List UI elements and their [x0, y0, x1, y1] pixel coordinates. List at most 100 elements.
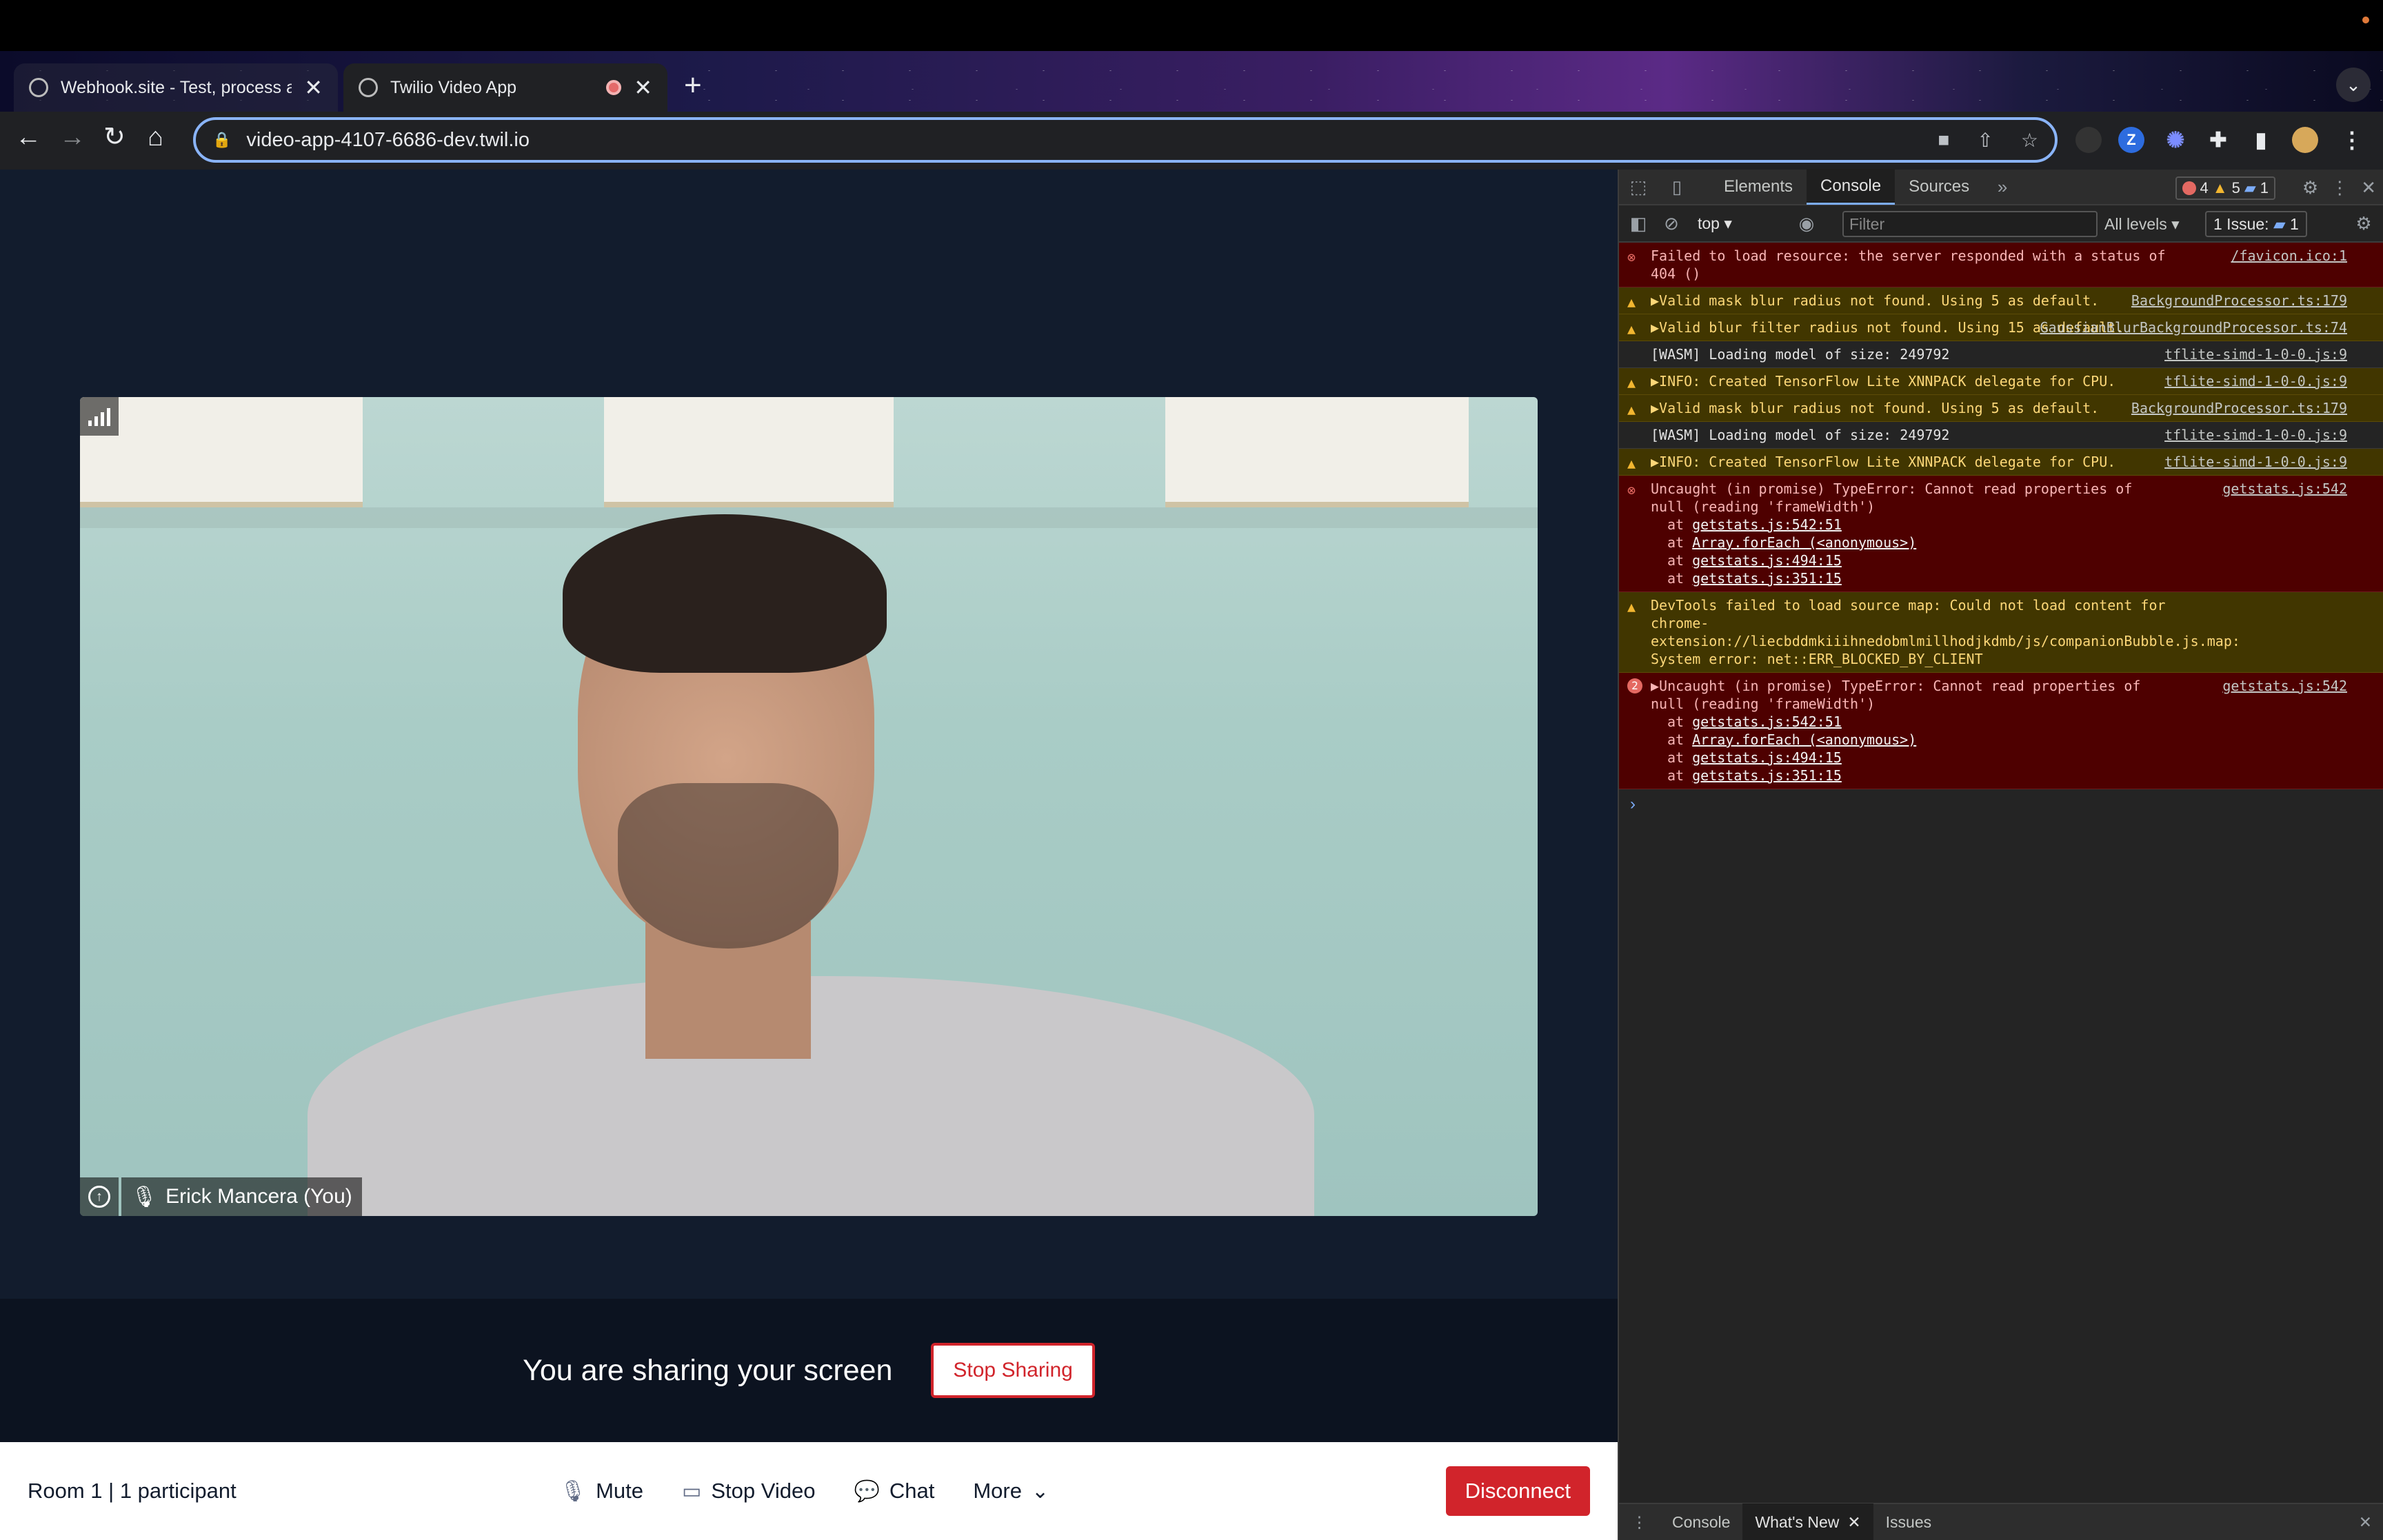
disconnect-button[interactable]: Disconnect [1445, 1466, 1590, 1516]
screen-share-banner: You are sharing your screen Stop Sharing [0, 1299, 1618, 1442]
stack-trace-line[interactable]: at Array.forEach (<anonymous>) [1651, 534, 2375, 551]
console-prompt[interactable]: › [1619, 789, 2383, 820]
stop-sharing-button[interactable]: Stop Sharing [931, 1343, 1095, 1398]
drawer-menu-icon[interactable]: ⋮ [1619, 1503, 1660, 1540]
address-bar[interactable]: 🔒 video-app-4107-6686-dev.twil.io ■ ⇧ ☆ [193, 117, 2058, 163]
source-link[interactable]: getstats.js:542 [2222, 480, 2347, 498]
more-vert-icon[interactable]: ⋮ [2339, 127, 2365, 153]
console-message-info[interactable]: [WASM] Loading model of size: 249792 tfli… [1619, 422, 2383, 449]
console-message-error[interactable]: ⊗ Failed to load resource: the server res… [1619, 243, 2383, 287]
drawer-tab-issues[interactable]: Issues [1873, 1503, 1944, 1540]
info-message-icon: ▰ [2244, 179, 2256, 196]
close-tab-icon[interactable]: ✕ [634, 77, 652, 99]
console-message-info[interactable]: [WASM] Loading model of size: 249792 tfli… [1619, 341, 2383, 368]
tab-console[interactable]: Console [1807, 169, 1896, 205]
warning-icon: ▲ [1627, 294, 1636, 310]
participant-video-tile[interactable]: ↑ 🎙 Erick Mancera (You) [80, 397, 1538, 1216]
source-link[interactable]: /favicon.ico:1 [2231, 247, 2347, 265]
tab-search-button[interactable]: ⌄ [2336, 68, 2371, 102]
warning-icon: ▲ [2212, 179, 2228, 196]
console-filter-input[interactable]: Filter [1842, 211, 2098, 237]
tab-webhook-site[interactable]: Webhook.site - Test, process a ✕ [14, 63, 338, 112]
close-tab-icon[interactable]: ✕ [304, 77, 323, 99]
close-icon[interactable]: ✕ [1847, 1513, 1860, 1532]
side-panel-icon[interactable]: ▮ [2248, 127, 2274, 153]
console-message-error[interactable]: ⊗ Uncaught (in promise) TypeError: Cannot… [1619, 476, 2383, 592]
source-link[interactable]: GaussianBlurBackgroundProcessor.ts:74 [2040, 318, 2347, 336]
stack-trace-line[interactable]: at getstats.js:494:15 [1651, 551, 2375, 569]
share-icon[interactable]: ⇧ [1977, 129, 1993, 152]
reload-icon[interactable]: ↻ [103, 124, 125, 150]
more-vert-icon[interactable]: ⋮ [2331, 177, 2349, 199]
stack-trace-line[interactable]: at getstats.js:351:15 [1651, 767, 2375, 784]
warning-icon: ▲ [1627, 321, 1636, 337]
error-icon: ⊗ [1627, 482, 1636, 498]
recording-indicator [2362, 17, 2369, 23]
more-button[interactable]: More ⌄ [973, 1479, 1049, 1503]
source-link[interactable]: getstats.js:542 [2222, 677, 2347, 695]
forward-icon[interactable]: → [59, 124, 86, 150]
puzzle-extensions-icon[interactable]: ✚ [2205, 127, 2231, 153]
live-expression-eye-icon[interactable]: ◉ [1787, 213, 1826, 234]
stack-trace-line[interactable]: at getstats.js:542:51 [1651, 516, 2375, 534]
stop-video-button[interactable]: ▭ Stop Video [682, 1479, 815, 1503]
console-message-warn[interactable]: ▲ ▶Valid mask blur radius not found. Usin… [1619, 395, 2383, 422]
drawer-tab-whats-new[interactable]: What's New ✕ [1742, 1503, 1873, 1540]
sidebar-toggle-icon[interactable]: ◧ [1619, 213, 1658, 234]
settings-gear-icon[interactable]: ⚙ [2302, 177, 2318, 199]
chevron-down-icon: ⌄ [1031, 1479, 1049, 1503]
context-selector[interactable]: top ▾ [1698, 214, 1732, 233]
console-message-warn[interactable]: ▲ ▶INFO: Created TensorFlow Lite XNNPACK … [1619, 449, 2383, 476]
tab-sources[interactable]: Sources [1895, 169, 1983, 205]
zoom-extension-icon[interactable]: Z [2118, 127, 2144, 153]
tab-twilio-video-app[interactable]: Twilio Video App ✕ [343, 63, 667, 112]
console-settings-icon[interactable]: ⚙ [2344, 213, 2383, 234]
wall-picture [80, 397, 363, 507]
devtools-tab-bar: ⬚ ▯ Elements Console Sources » 4 ▲ 5 ▰ 1 ⚙… [1619, 169, 2383, 205]
source-link[interactable]: BackgroundProcessor.ts:179 [2131, 399, 2347, 417]
camera-in-use-icon[interactable]: ■ [1938, 129, 1950, 151]
issues-counter[interactable]: 1 Issue: ▰ 1 [2205, 211, 2307, 237]
source-link[interactable]: BackgroundProcessor.ts:179 [2131, 292, 2347, 310]
source-link[interactable]: tflite-simd-1-0-0.js:9 [2164, 345, 2347, 363]
source-link[interactable]: tflite-simd-1-0-0.js:9 [2164, 426, 2347, 444]
more-tabs-icon[interactable]: » [1983, 176, 2022, 198]
mute-button[interactable]: 🎙 Mute [560, 1479, 643, 1503]
stack-trace-line[interactable]: at getstats.js:542:51 [1651, 713, 2375, 731]
stack-trace-line[interactable]: at getstats.js:351:15 [1651, 569, 2375, 587]
video-app: ↑ 🎙 Erick Mancera (You) You are sharing … [0, 170, 1618, 1540]
device-toolbar-icon[interactable]: ▯ [1658, 176, 1696, 198]
globe-favicon-icon [359, 78, 378, 97]
console-message-warn[interactable]: ▲ ▶Valid mask blur radius not found. Usin… [1619, 287, 2383, 314]
extension-icon[interactable] [2075, 127, 2102, 153]
tab-elements[interactable]: Elements [1710, 169, 1807, 205]
source-link[interactable]: tflite-simd-1-0-0.js:9 [2164, 453, 2347, 471]
warning-icon: ▲ [1627, 374, 1636, 391]
clear-console-icon[interactable]: ⊘ [1658, 213, 1685, 234]
console-message-warn[interactable]: ▲ DevTools failed to load source map: Cou… [1619, 592, 2383, 673]
close-drawer-icon[interactable]: ✕ [2346, 1503, 2383, 1540]
inspect-element-icon[interactable]: ⬚ [1619, 176, 1658, 198]
drawer-tab-console[interactable]: Console [1660, 1503, 1742, 1540]
console-message-warn[interactable]: ▲ ▶INFO: Created TensorFlow Lite XNNPACK … [1619, 368, 2383, 395]
wall-picture [1165, 397, 1469, 507]
console-message-warn[interactable]: ▲ ▶Valid blur filter radius not found. Us… [1619, 314, 2383, 341]
warning-icon: ▲ [1627, 455, 1636, 472]
chat-button[interactable]: 💬 Chat [854, 1479, 935, 1503]
stack-trace-line[interactable]: at Array.forEach (<anonymous>) [1651, 731, 2375, 749]
source-link[interactable]: tflite-simd-1-0-0.js:9 [2164, 372, 2347, 390]
url-text[interactable]: video-app-4107-6686-dev.twil.io [246, 129, 1910, 152]
stack-trace-line[interactable]: at getstats.js:494:15 [1651, 749, 2375, 767]
close-icon[interactable]: ✕ [2361, 177, 2376, 199]
log-levels-dropdown[interactable]: All levels ▾ [2104, 215, 2180, 234]
bookmark-star-icon[interactable]: ☆ [2021, 129, 2038, 152]
new-tab-button[interactable]: + [684, 70, 702, 101]
home-icon[interactable]: ⌂ [148, 124, 163, 150]
error-icon: 2 [1627, 678, 1642, 693]
back-icon[interactable]: ← [15, 124, 41, 150]
console-counts[interactable]: 4 ▲ 5 ▰ 1 [2175, 176, 2275, 200]
gear-extension-icon[interactable]: ✺ [2162, 127, 2189, 153]
lock-icon[interactable]: 🔒 [212, 131, 231, 149]
console-message-error[interactable]: 2 ▶Uncaught (in promise) TypeError: Canno… [1619, 673, 2383, 789]
avatar[interactable] [2292, 127, 2318, 153]
